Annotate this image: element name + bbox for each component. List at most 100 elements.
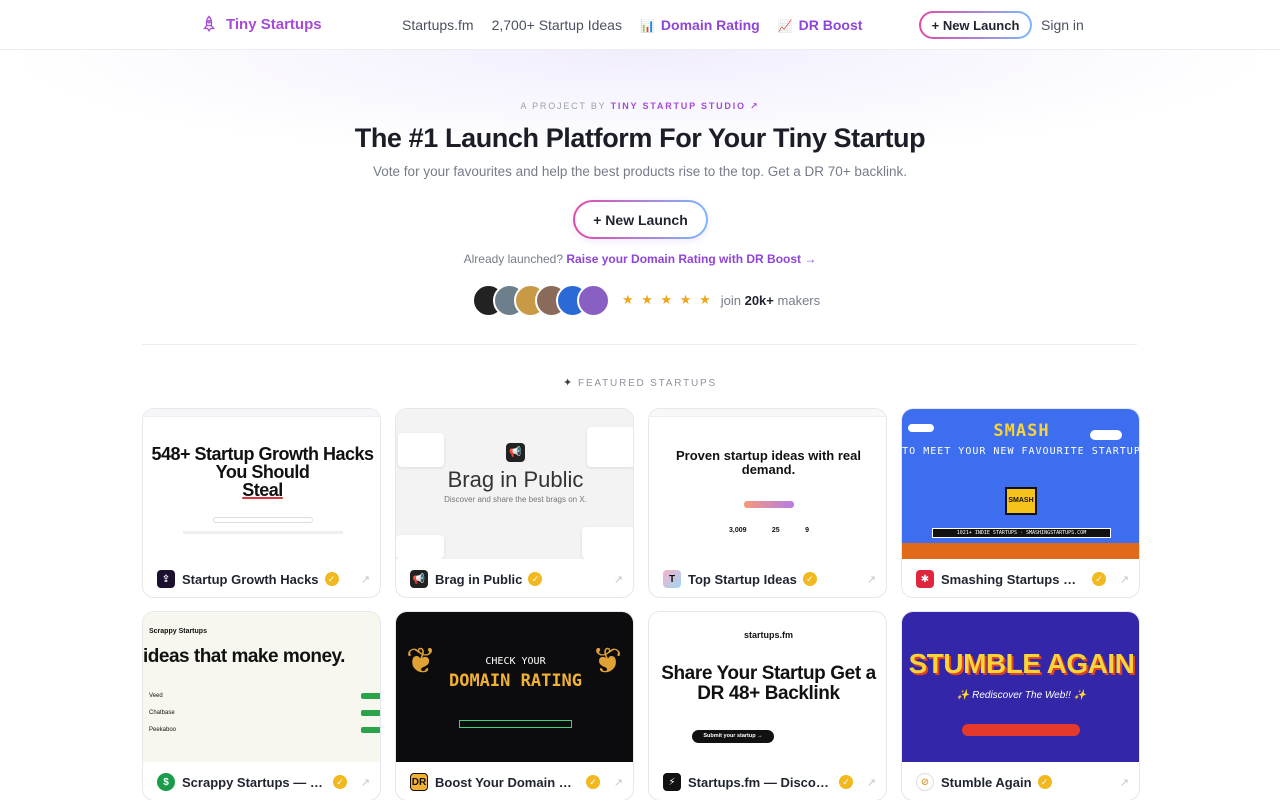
brand-name: Tiny Startups	[226, 15, 322, 33]
already-launched: Already launched? Raise your Domain Rati…	[0, 252, 1280, 266]
nav-links: Startups.fm 2,700+ Startup Ideas 📊 Domain…	[402, 17, 862, 33]
nav-link-startups-fm[interactable]: Startups.fm	[402, 17, 474, 33]
card-footer: T Top Startup Ideas ✓ ↗	[649, 559, 886, 597]
thumb-title: DOMAIN RATING	[448, 671, 583, 691]
thumb-subtitle: Discover and share the best brags on X.	[444, 495, 587, 504]
bolt-icon: ⚡	[663, 773, 681, 791]
top-nav: Tiny Startups Startups.fm 2,700+ Startup…	[0, 0, 1280, 50]
sign-in-link[interactable]: Sign in	[1041, 17, 1084, 33]
nav-link-domain-rating[interactable]: 📊 Domain Rating	[640, 17, 760, 33]
thumb-row: Peekaboo	[149, 727, 177, 733]
card-thumbnail: ❦ ❦ CHECK YOUR DOMAIN RATING	[396, 612, 633, 762]
verified-icon: ✓	[1037, 775, 1052, 789]
startup-card[interactable]: 548+ Startup Growth Hacks You Should Stea…	[142, 408, 381, 598]
startup-grid: 548+ Startup Growth Hacks You Should Stea…	[142, 408, 1140, 800]
thumb-row: Chatbase	[149, 710, 175, 716]
featured-heading: ✦ FEATURED STARTUPS	[0, 376, 1280, 389]
social-proof: ★ ★ ★ ★ ★ join 20k+ makers	[472, 283, 820, 317]
t-logo-icon: T	[663, 570, 681, 588]
external-link-icon[interactable]: ↗	[614, 776, 623, 789]
megaphone-icon: 📢	[410, 570, 428, 588]
thumb-title: Share Your Startup Get a DR 48+ Backlink	[661, 663, 876, 704]
verified-icon: ✓	[333, 775, 347, 789]
nav-link-dr-boost[interactable]: 📈 DR Boost	[778, 17, 863, 33]
startup-card[interactable]: STUMBLE AGAIN ✨ Rediscover The Web!! ✨ ⊘…	[901, 611, 1140, 800]
trend-chart-icon: 📈	[777, 19, 793, 33]
card-name: Boost Your Domain Rat...	[435, 774, 580, 790]
external-link-icon[interactable]: ↗	[1120, 573, 1129, 586]
card-footer: ⚡ Startups.fm — Discove... ✓ ↗	[649, 762, 886, 800]
verified-icon: ✓	[586, 775, 600, 789]
startup-card[interactable]: ❦ ❦ CHECK YOUR DOMAIN RATING DR Boost Yo…	[395, 611, 634, 800]
thumb-brand: startups.fm	[743, 630, 793, 640]
featured-label: FEATURED STARTUPS	[578, 378, 717, 389]
card-footer: ⊘ Stumble Again ✓ ↗	[902, 762, 1139, 800]
card-thumbnail: Scrappy Startups ideas that make money. …	[143, 612, 380, 762]
verified-icon: ✓	[802, 572, 817, 586]
compass-icon: ⊘	[916, 773, 934, 791]
card-thumbnail: SMASH TO MEET YOUR NEW FAVOURITE STARTUP…	[902, 409, 1140, 559]
external-link-icon[interactable]: ↗	[867, 776, 876, 789]
startup-card[interactable]: SMASH TO MEET YOUR NEW FAVOURITE STARTUP…	[901, 408, 1140, 598]
project-kicker: A PROJECT BY TINY STARTUP STUDIO ↗	[0, 101, 1280, 112]
verified-icon: ✓	[528, 572, 543, 586]
card-footer: DR Boost Your Domain Rat... ✓ ↗	[396, 762, 633, 800]
page-subtitle: Vote for your favourites and help the be…	[373, 164, 907, 179]
card-name: Stumble Again	[941, 774, 1032, 790]
join-count: 20k+	[744, 292, 774, 308]
thumb-title: 548+ Startup Growth Hacks You Should Stea…	[151, 444, 374, 500]
card-footer: ⇪ Startup Growth Hacks ✓ ↗	[143, 559, 380, 597]
verified-icon: ✓	[1092, 572, 1106, 586]
thumb-banner: 1021+ INDIE STARTUPS · SMASHINGSTARTUPS.…	[932, 528, 1111, 538]
page-title: The #1 Launch Platform For Your Tiny Sta…	[354, 123, 926, 153]
card-footer: ✱ Smashing Startups — ... ✓ ↗	[902, 559, 1139, 597]
verified-icon: ✓	[324, 572, 339, 586]
startup-card[interactable]: 📢 Brag in Public Discover and share the …	[395, 408, 634, 598]
bar-chart-icon: 📊	[639, 19, 655, 33]
section-divider	[142, 344, 1137, 345]
dr-logo-icon: DR	[410, 773, 428, 791]
thumb-subtitle: TO MEET YOUR NEW FAVOURITE STARTUP	[902, 446, 1140, 457]
startup-card[interactable]: Scrappy Startups ideas that make money. …	[142, 611, 381, 800]
card-thumbnail: STUMBLE AGAIN ✨ Rediscover The Web!! ✨	[902, 612, 1139, 762]
thumb-title: STUMBLE AGAIN	[908, 648, 1135, 679]
card-thumbnail: 548+ Startup Growth Hacks You Should Stea…	[143, 409, 380, 559]
join-suffix: makers	[777, 292, 821, 308]
external-link-icon[interactable]: ↗	[867, 573, 876, 586]
verified-icon: ✓	[839, 775, 853, 789]
startup-card[interactable]: Proven startup ideas with real demand. 3…	[648, 408, 887, 598]
dr-boost-link[interactable]: Raise your Domain Rating with DR Boost →	[566, 252, 816, 266]
rating-stars: ★ ★ ★ ★ ★	[622, 292, 713, 307]
thumb-kicker: CHECK YOUR	[485, 656, 546, 667]
card-name: Smashing Startups — ...	[941, 571, 1086, 587]
card-name: Startup Growth Hacks	[182, 571, 319, 587]
join-prefix: join	[720, 292, 741, 308]
external-link-icon[interactable]: ↗	[361, 776, 370, 789]
growth-hacks-icon: ⇪	[157, 570, 175, 588]
startup-card[interactable]: startups.fm Share Your Startup Get a DR …	[648, 611, 887, 800]
already-prefix: Already launched?	[463, 252, 564, 266]
thumb-title: ideas that make money.	[143, 646, 345, 667]
sparkle-icon: ✦	[563, 377, 575, 389]
avatar	[577, 283, 610, 317]
thumb-row: Veed	[149, 693, 163, 699]
card-footer: $ Scrappy Startups — Pr... ✓ ↗	[143, 762, 380, 800]
new-launch-button[interactable]: + New Launch	[919, 11, 1032, 39]
external-link-icon[interactable]: ↗	[361, 573, 370, 586]
nav-link-startup-ideas[interactable]: 2,700+ Startup Ideas	[492, 17, 622, 33]
card-name: Scrappy Startups — Pr...	[182, 774, 327, 790]
thumb-title: Brag in Public	[447, 467, 584, 492]
external-link-icon[interactable]: ↗	[614, 573, 623, 586]
thumb-title: SMASH	[993, 421, 1050, 441]
hero-new-launch-button[interactable]: + New Launch	[573, 200, 708, 239]
card-thumbnail: 📢 Brag in Public Discover and share the …	[396, 409, 633, 559]
thumb-brand: Scrappy Startups	[149, 628, 207, 635]
thumb-title: Proven startup ideas with real demand.	[676, 448, 861, 477]
thumb-stat: 3,009	[729, 527, 747, 534]
card-name: Brag in Public	[435, 571, 523, 587]
studio-link[interactable]: TINY STARTUP STUDIO ↗	[611, 101, 760, 111]
brand-logo[interactable]: Tiny Startups	[200, 15, 322, 33]
external-link-icon[interactable]: ↗	[1120, 776, 1129, 789]
card-thumbnail: Proven startup ideas with real demand. 3…	[649, 409, 886, 559]
kicker-prefix: A PROJECT BY	[520, 101, 607, 111]
